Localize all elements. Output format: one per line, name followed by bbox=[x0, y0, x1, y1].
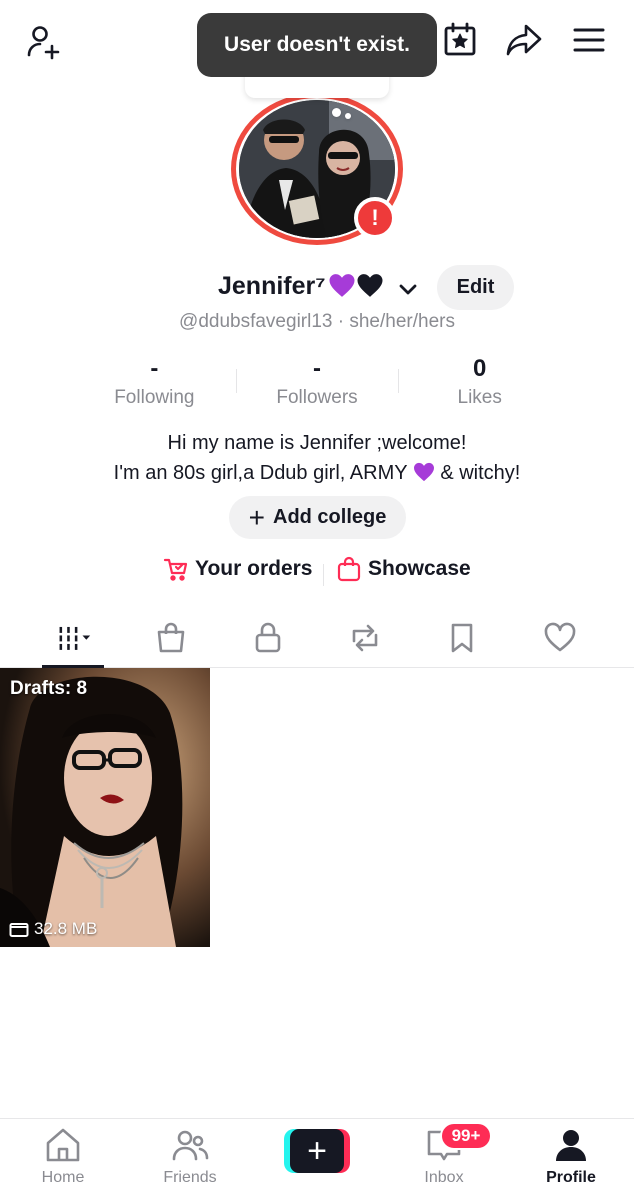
stat-label: Likes bbox=[457, 387, 502, 408]
shopping-bag-icon bbox=[337, 556, 361, 582]
videos-grid-icon bbox=[59, 626, 91, 650]
bio-line-2: I'm an 80s girl,a Ddub girl, ARMY & witc… bbox=[0, 458, 634, 488]
nav-friends[interactable]: Friends bbox=[145, 1125, 235, 1197]
repost-icon bbox=[352, 624, 378, 652]
profile-name-text: Jennifer⁷ bbox=[218, 272, 326, 300]
your-orders-link[interactable]: Your orders bbox=[163, 556, 312, 582]
profile-bio: Hi my name is Jennifer ;welcome! I'm an … bbox=[0, 428, 634, 488]
showcase-link[interactable]: Showcase bbox=[336, 556, 471, 582]
nav-friends-label: Friends bbox=[163, 1169, 217, 1186]
profile-stats: - Following - Followers 0 Likes bbox=[73, 355, 561, 415]
plus-icon: + bbox=[248, 501, 265, 533]
add-college-button[interactable]: + Add college bbox=[229, 496, 406, 539]
purple-heart-icon bbox=[413, 462, 434, 482]
tab-private[interactable] bbox=[236, 610, 300, 666]
home-icon bbox=[46, 1128, 80, 1162]
plus-icon: + bbox=[290, 1129, 344, 1173]
showcase-label: Showcase bbox=[368, 557, 471, 580]
draft-size-value: 32.8 MB bbox=[34, 919, 98, 938]
stat-value: - bbox=[150, 355, 159, 382]
tab-reposts[interactable] bbox=[333, 610, 397, 666]
shop-divider bbox=[323, 564, 324, 586]
folder-icon bbox=[9, 923, 29, 937]
bio-line-2-start: I'm an 80s girl,a Ddub girl, ARMY bbox=[113, 462, 413, 484]
black-heart-icon bbox=[357, 274, 383, 297]
nav-home-label: Home bbox=[41, 1169, 85, 1186]
calendar-star-icon[interactable] bbox=[436, 16, 484, 64]
share-icon[interactable] bbox=[500, 16, 548, 64]
your-orders-label: Your orders bbox=[195, 557, 313, 580]
note-bubble-tail bbox=[332, 108, 351, 119]
nav-inbox-label: Inbox bbox=[424, 1169, 464, 1186]
drafts-cover-image bbox=[0, 668, 210, 947]
profile-name[interactable]: Jennifer⁷ bbox=[218, 272, 384, 301]
add-college-label: Add college bbox=[273, 506, 387, 528]
menu-icon[interactable] bbox=[565, 16, 613, 64]
stat-followers[interactable]: - Followers bbox=[235, 355, 399, 415]
lock-icon bbox=[255, 622, 281, 653]
purple-heart-icon bbox=[329, 274, 355, 297]
stat-value: - bbox=[313, 355, 321, 382]
stat-following[interactable]: - Following bbox=[73, 355, 236, 415]
tab-liked[interactable] bbox=[528, 610, 592, 666]
nav-profile-label: Profile bbox=[546, 1169, 596, 1186]
drafts-count: Drafts: 8 bbox=[10, 678, 88, 699]
draft-size: 32.8 MB bbox=[9, 919, 97, 939]
content-tabs bbox=[0, 610, 634, 668]
nav-home[interactable]: Home bbox=[18, 1125, 108, 1197]
bookmark-icon bbox=[451, 623, 473, 653]
inbox-count-badge: 99+ bbox=[440, 1122, 492, 1150]
heart-icon bbox=[544, 622, 576, 652]
profile-handle: @ddubsfavegirl13 · she/her/hers bbox=[179, 311, 455, 332]
stat-value: 0 bbox=[473, 355, 487, 382]
status-badge[interactable]: ! bbox=[354, 197, 396, 239]
toast-message: User doesn't exist. bbox=[197, 13, 437, 77]
tab-favorites[interactable] bbox=[430, 610, 494, 666]
tab-shop[interactable] bbox=[139, 610, 203, 666]
drafts-thumbnail[interactable]: Drafts: 8 32.8 MB bbox=[0, 668, 210, 947]
bottom-nav: Home Friends + Inbox Profile bbox=[0, 1118, 634, 1200]
stat-label: Following bbox=[114, 387, 195, 408]
shop-bag-icon bbox=[157, 622, 185, 653]
tab-videos[interactable] bbox=[42, 610, 106, 666]
stat-likes[interactable]: 0 Likes bbox=[398, 355, 561, 415]
bio-line-1: Hi my name is Jennifer ;welcome! bbox=[167, 432, 467, 454]
create-button[interactable]: + bbox=[284, 1129, 350, 1173]
chevron-down-icon[interactable] bbox=[396, 277, 420, 301]
bio-line-2-end: & witchy! bbox=[434, 462, 521, 484]
friends-icon bbox=[172, 1130, 209, 1161]
profile-icon bbox=[556, 1130, 586, 1161]
add-friend-icon[interactable] bbox=[20, 18, 68, 66]
cart-icon bbox=[163, 558, 188, 581]
profile-name-row: Jennifer⁷ Edit bbox=[0, 265, 634, 311]
edit-profile-button[interactable]: Edit bbox=[437, 265, 514, 310]
shop-links: Your orders Showcase bbox=[0, 556, 634, 592]
nav-profile[interactable]: Profile bbox=[526, 1125, 616, 1197]
stat-label: Followers bbox=[276, 387, 358, 408]
